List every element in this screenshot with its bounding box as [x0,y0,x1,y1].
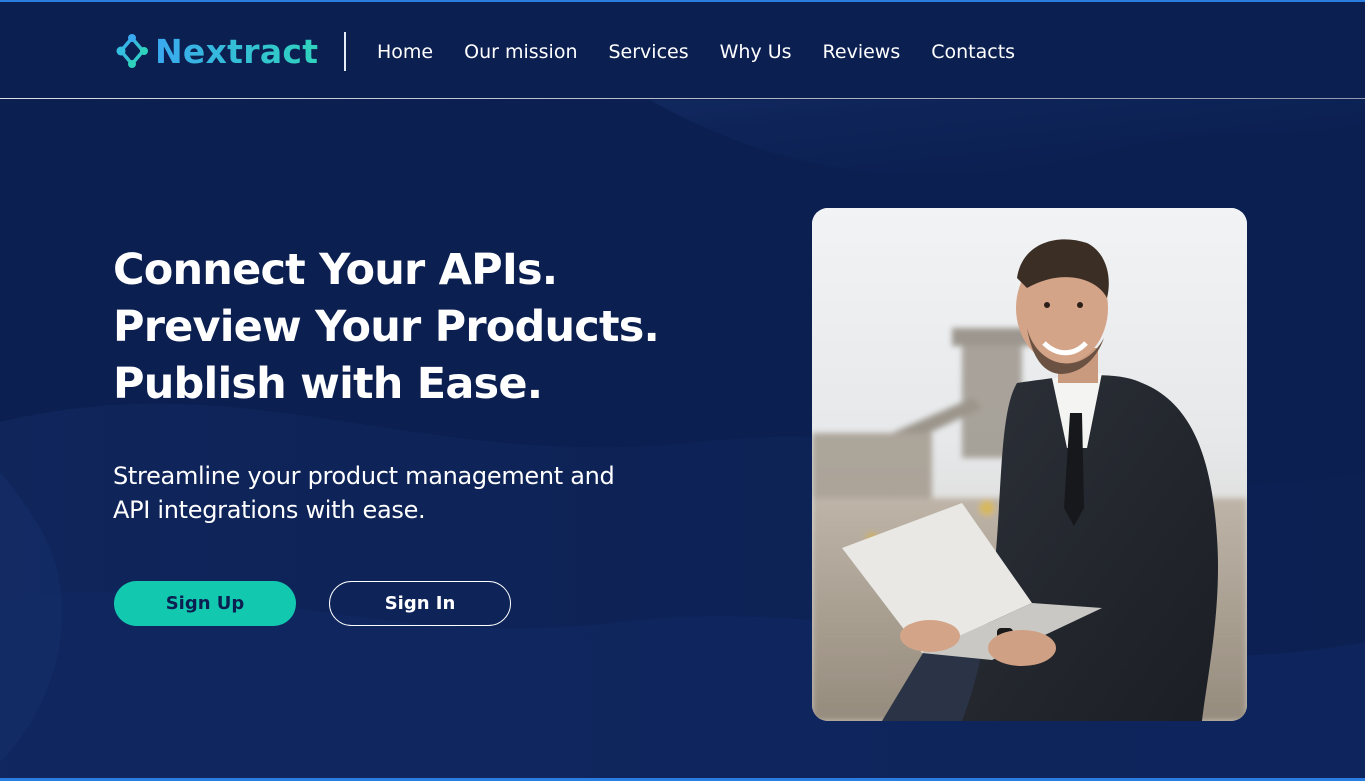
nav-item-contacts[interactable]: Contacts [931,38,1015,66]
site-header: Nextract Home Our mission Services Why U… [0,2,1365,99]
headline-line-1: Connect Your APIs. [113,245,558,295]
headline-line-3: Publish with Ease. [113,359,543,409]
hero-subtext: Streamline your product management and A… [113,462,615,524]
nav-item-home[interactable]: Home [377,38,433,66]
sign-in-button[interactable]: Sign In [329,581,511,626]
brand-logo[interactable]: Nextract [113,30,318,72]
nav-item-our-mission[interactable]: Our mission [464,38,577,66]
nav-item-why-us[interactable]: Why Us [720,38,792,66]
sign-up-button[interactable]: Sign Up [114,581,296,626]
nav-item-services[interactable]: Services [609,38,689,66]
header-bottom-border [0,98,1365,99]
header-divider [344,32,346,71]
network-nodes-icon [116,34,148,68]
main-nav: Home Our mission Services Why Us Reviews… [377,38,1046,66]
landing-page: Nextract Home Our mission Services Why U… [0,0,1365,781]
headline-line-2: Preview Your Products. [113,302,660,352]
businessman-with-laptop-photo [812,208,1247,721]
photo-illustration [812,208,1247,721]
nav-item-reviews[interactable]: Reviews [823,38,901,66]
hero-headline: Connect Your APIs. Preview Your Products… [113,242,660,413]
brand-name: Nextract [155,31,319,71]
